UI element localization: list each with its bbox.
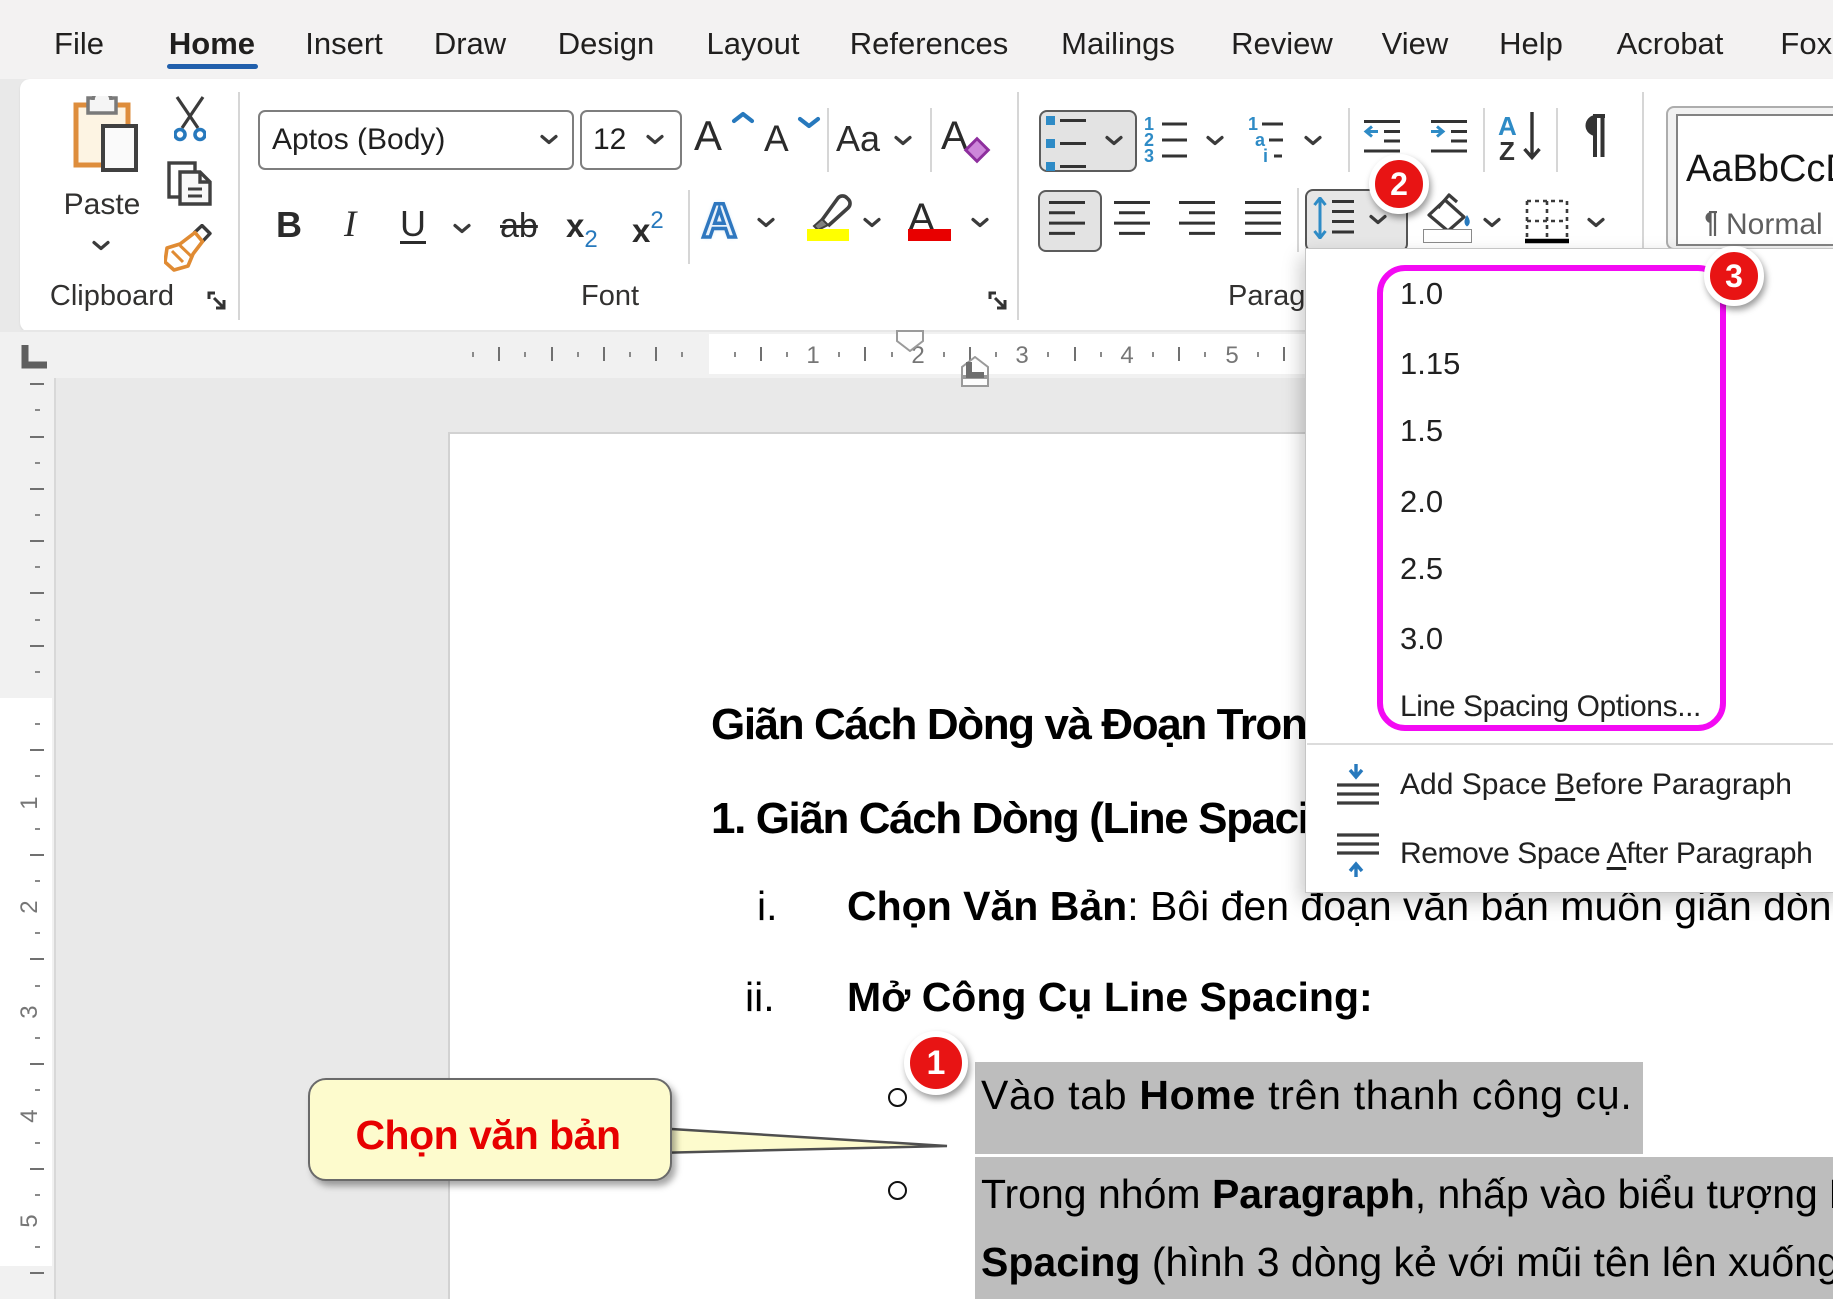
svg-text:i: i bbox=[1263, 146, 1268, 165]
svg-text:Z: Z bbox=[1499, 136, 1515, 164]
svg-text:3: 3 bbox=[1144, 146, 1154, 165]
